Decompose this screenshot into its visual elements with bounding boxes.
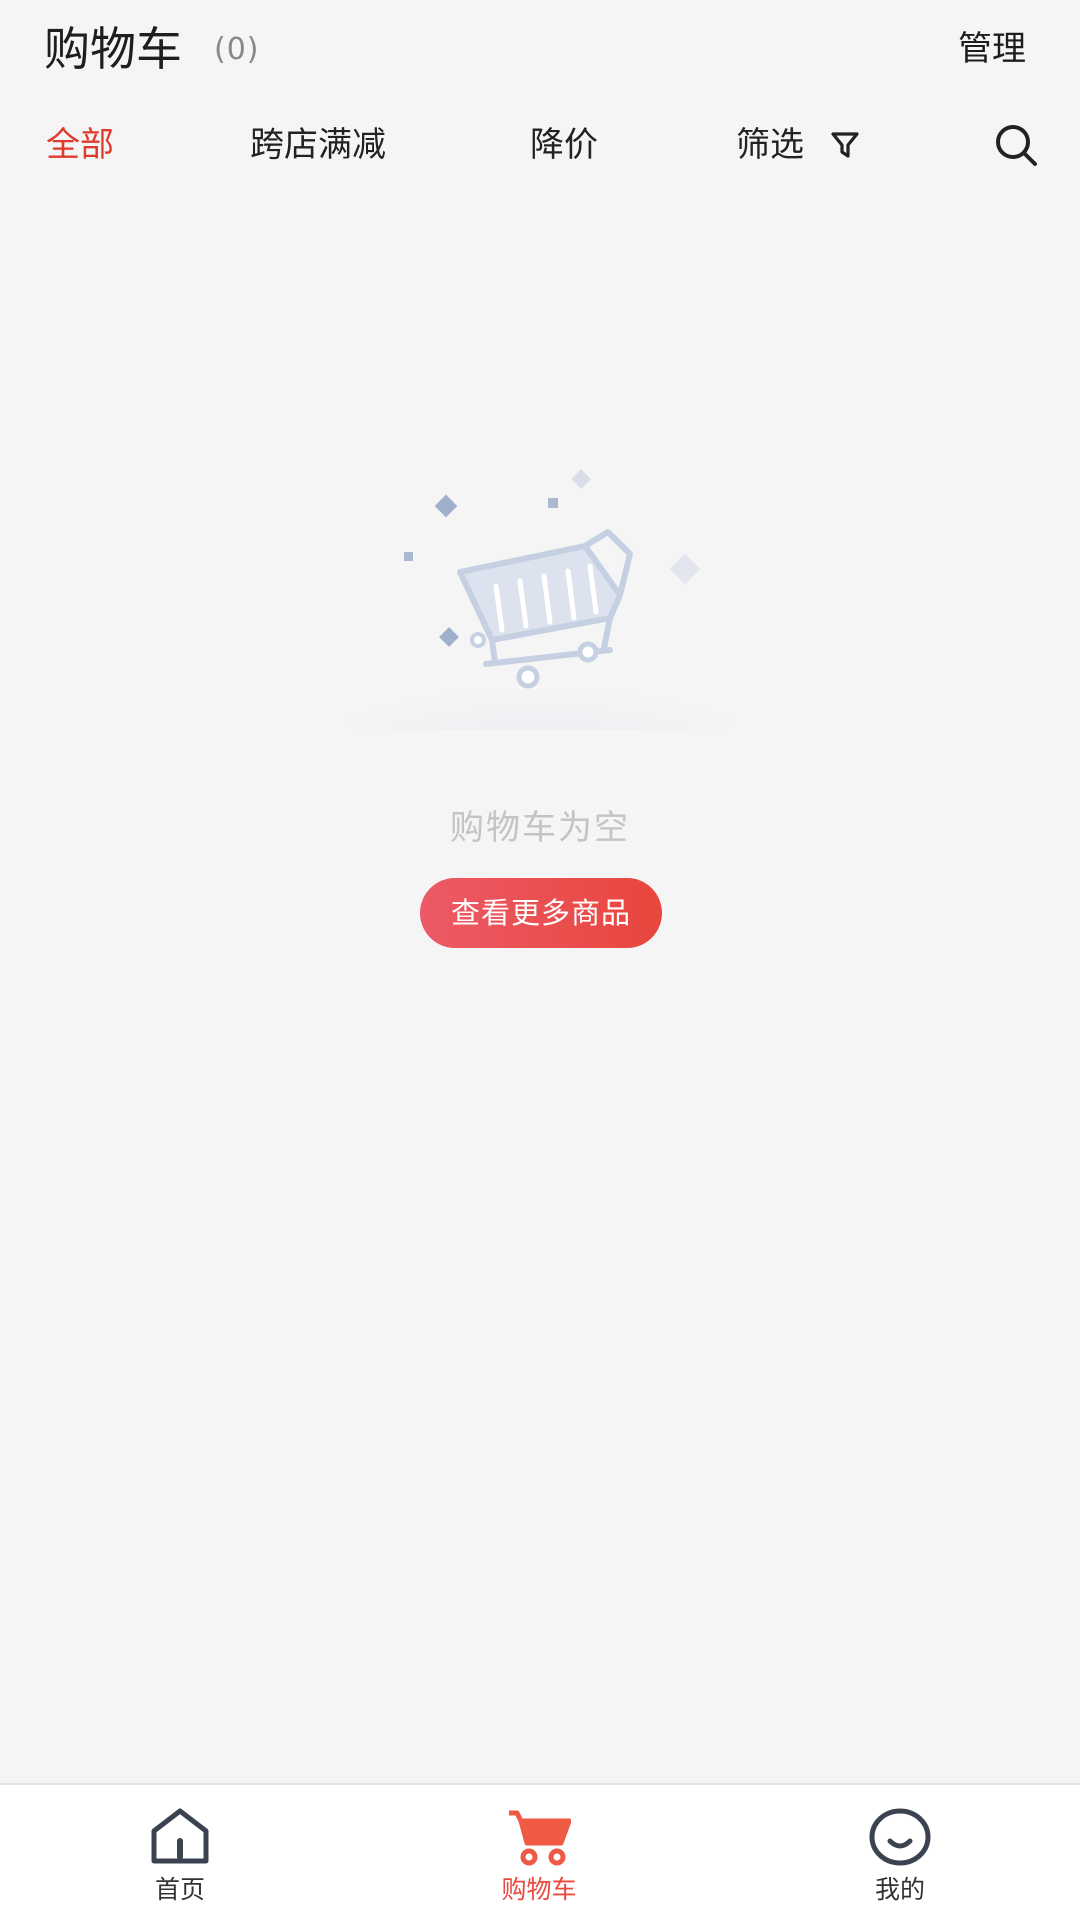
cart-count: (0) (214, 32, 260, 67)
header-bar: 购物车 (0) 管理 (0, 0, 1080, 100)
nav-item-mine[interactable]: 我的 (800, 1785, 1000, 1922)
filter-tabs: 全部 跨店满减 降价 筛选 (0, 115, 1080, 175)
empty-cart-illustration (335, 469, 745, 730)
funnel-icon (831, 132, 859, 158)
home-icon (151, 1808, 209, 1864)
tab-price-drop[interactable]: 降价 (530, 115, 598, 175)
tab-cross-store-discount[interactable]: 跨店满减 (250, 115, 386, 175)
tab-all[interactable]: 全部 (46, 115, 114, 175)
tab-filter-label: 筛选 (736, 125, 804, 165)
smiley-profile-icon (869, 1808, 931, 1866)
empty-cart-message: 购物车为空 (450, 808, 630, 848)
nav-item-home[interactable]: 首页 (80, 1785, 280, 1922)
nav-label-mine: 我的 (874, 1875, 925, 1904)
bottom-nav: 首页 购物车 我的 (0, 1783, 1080, 1922)
search-icon[interactable] (994, 123, 1040, 169)
nav-label-cart: 购物车 (501, 1875, 577, 1904)
view-more-products-button[interactable]: 查看更多商品 (420, 878, 662, 948)
manage-button[interactable]: 管理 (958, 26, 1026, 72)
nav-label-home: 首页 (154, 1875, 205, 1904)
page-title: 购物车 (44, 22, 182, 76)
tab-filter[interactable]: 筛选 (736, 115, 860, 175)
cart-icon (509, 1810, 571, 1866)
nav-item-cart[interactable]: 购物车 (439, 1785, 639, 1922)
